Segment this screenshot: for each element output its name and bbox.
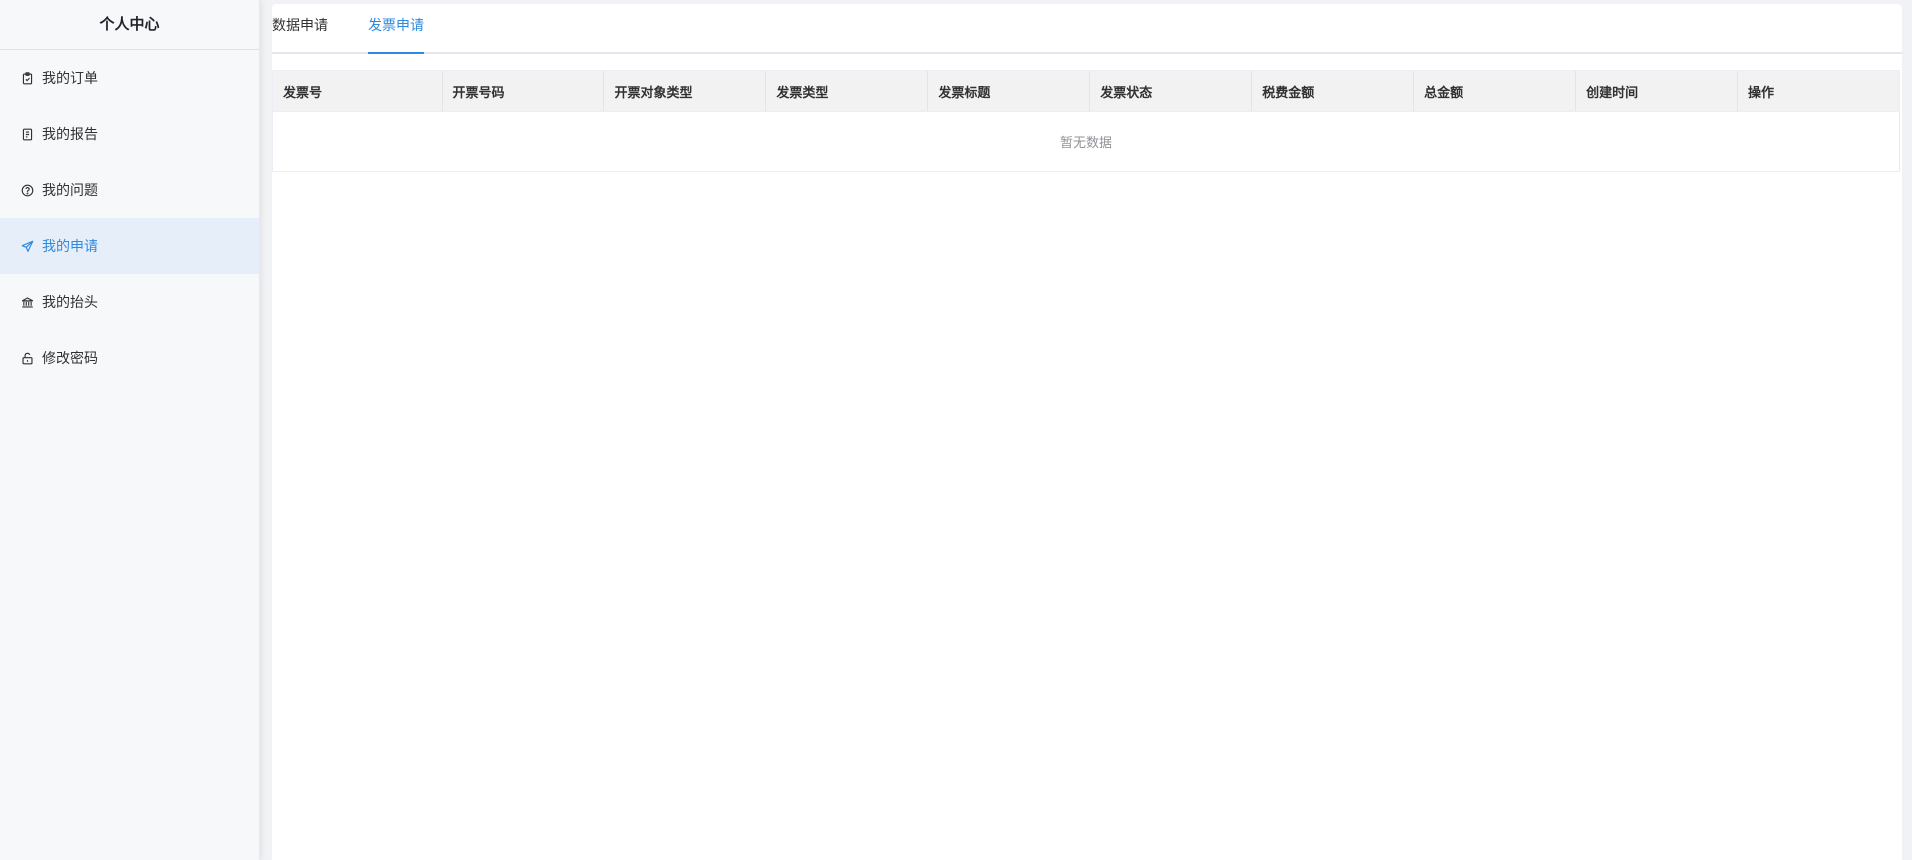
app-root: 个人中心 我的订单 我的报告 我的问题 我的申请 我的抬头 修改密码 数据申请 … [0,0,1912,860]
main-content: 数据申请 发票申请 发票号 开票号码 开票对象类型 发票类型 发票标题 发票状态… [260,0,1912,860]
column-header: 发票类型 [766,71,929,111]
sidebar-item-change-password[interactable]: 修改密码 [0,330,259,386]
sidebar-item-reports[interactable]: 我的报告 [0,106,259,162]
column-header: 开票号码 [443,71,605,111]
column-header: 开票对象类型 [604,71,767,111]
sidebar-item-label: 修改密码 [42,351,98,367]
clipboard-icon [20,71,34,85]
question-circle-icon [20,183,34,197]
unlock-icon [20,351,34,365]
column-header: 创建时间 [1576,71,1738,111]
invoice-table: 发票号 开票号码 开票对象类型 发票类型 发票标题 发票状态 税费金额 总金额 … [272,70,1900,172]
sidebar-item-label: 我的抬头 [42,295,98,311]
table-empty-state: 暂无数据 [273,111,1899,171]
sidebar-item-label: 我的问题 [42,183,98,199]
sidebar-title: 个人中心 [0,0,259,50]
column-header: 税费金额 [1252,71,1415,111]
column-header: 发票状态 [1090,71,1253,111]
column-header: 操作 [1748,85,1775,101]
column-header: 发票号 [273,71,443,111]
sidebar-item-orders[interactable]: 我的订单 [0,50,259,106]
content-panel: 数据申请 发票申请 发票号 开票号码 开票对象类型 发票类型 发票标题 发票状态… [272,4,1902,860]
sidebar-item-applications[interactable]: 我的申请 [0,218,259,274]
sidebar-item-label: 我的申请 [42,239,98,255]
sidebar-item-invoice-title[interactable]: 我的抬头 [0,274,259,330]
tab-data-application[interactable]: 数据申请 [272,12,328,52]
sidebar-menu: 我的订单 我的报告 我的问题 我的申请 我的抬头 修改密码 [0,50,259,386]
sidebar-item-questions[interactable]: 我的问题 [0,162,259,218]
column-header: 总金额 [1414,71,1577,111]
tab-bar: 数据申请 发票申请 [272,4,1902,54]
sidebar-item-label: 我的报告 [42,127,98,143]
send-icon [20,239,34,253]
sidebar-item-label: 我的订单 [42,71,98,87]
table-header: 发票号 开票号码 开票对象类型 发票类型 发票标题 发票状态 税费金额 总金额 … [273,71,1899,111]
sidebar: 个人中心 我的订单 我的报告 我的问题 我的申请 我的抬头 修改密码 [0,0,260,860]
bank-icon [20,295,34,309]
tab-invoice-application[interactable]: 发票申请 [368,12,424,54]
report-icon [20,127,34,141]
column-header: 发票标题 [928,71,1091,111]
